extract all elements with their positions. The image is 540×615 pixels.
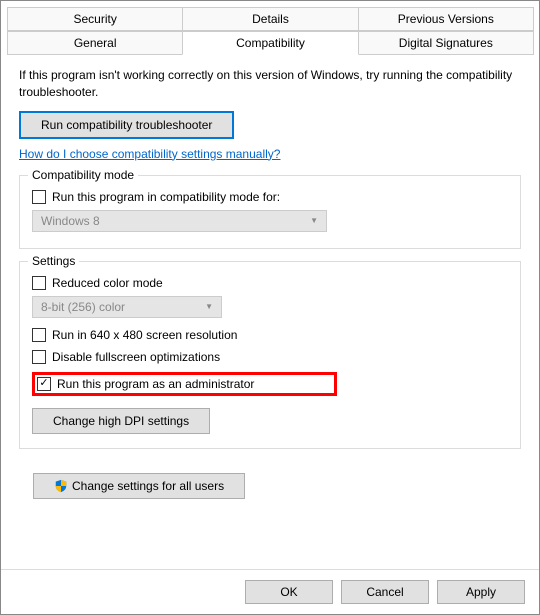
apply-button[interactable]: Apply (437, 580, 525, 604)
run-admin-row[interactable]: Run this program as an administrator (37, 377, 254, 391)
compat-mode-group: Compatibility mode Run this program in c… (19, 175, 521, 249)
all-users-label: Change settings for all users (72, 479, 224, 493)
cancel-button[interactable]: Cancel (341, 580, 429, 604)
compat-mode-dropdown[interactable]: Windows 8 ▼ (32, 210, 327, 232)
shield-icon (54, 479, 68, 493)
run-640-row[interactable]: Run in 640 x 480 screen resolution (32, 328, 508, 342)
disable-fullscreen-checkbox[interactable] (32, 350, 46, 364)
reduced-color-label: Reduced color mode (52, 276, 163, 290)
properties-dialog: Security Details Previous Versions Gener… (0, 0, 540, 615)
run-640-checkbox[interactable] (32, 328, 46, 342)
color-mode-value: 8-bit (256) color (41, 300, 125, 314)
run-admin-label: Run this program as an administrator (57, 377, 254, 391)
tab-previous-versions[interactable]: Previous Versions (358, 7, 534, 31)
disable-fullscreen-label: Disable fullscreen optimizations (52, 350, 220, 364)
tab-compatibility[interactable]: Compatibility (182, 31, 358, 55)
tab-general[interactable]: General (7, 31, 183, 55)
run-640-label: Run in 640 x 480 screen resolution (52, 328, 237, 342)
tab-details[interactable]: Details (182, 7, 358, 31)
all-users-button[interactable]: Change settings for all users (33, 473, 245, 499)
run-admin-checkbox[interactable] (37, 377, 51, 391)
compat-mode-checkbox[interactable] (32, 190, 46, 204)
color-mode-dropdown[interactable]: 8-bit (256) color ▼ (32, 296, 222, 318)
ok-button[interactable]: OK (245, 580, 333, 604)
disable-fullscreen-row[interactable]: Disable fullscreen optimizations (32, 350, 508, 364)
help-link[interactable]: How do I choose compatibility settings m… (19, 147, 280, 161)
tab-content: If this program isn't working correctly … (1, 55, 539, 511)
dpi-settings-button[interactable]: Change high DPI settings (32, 408, 210, 434)
troubleshooter-button[interactable]: Run compatibility troubleshooter (19, 111, 234, 139)
reduced-color-checkbox[interactable] (32, 276, 46, 290)
chevron-down-icon: ▼ (205, 302, 213, 311)
tab-strip: Security Details Previous Versions Gener… (1, 1, 539, 55)
reduced-color-row[interactable]: Reduced color mode (32, 276, 508, 290)
run-admin-highlight: Run this program as an administrator (32, 372, 337, 396)
settings-group: Settings Reduced color mode 8-bit (256) … (19, 261, 521, 449)
dialog-footer: OK Cancel Apply (1, 569, 539, 614)
compat-mode-checkbox-row[interactable]: Run this program in compatibility mode f… (32, 190, 508, 204)
compat-mode-dropdown-value: Windows 8 (41, 214, 100, 228)
tab-digital-signatures[interactable]: Digital Signatures (358, 31, 534, 55)
compat-mode-label: Run this program in compatibility mode f… (52, 190, 280, 204)
chevron-down-icon: ▼ (310, 216, 318, 225)
settings-title: Settings (28, 254, 79, 268)
intro-text: If this program isn't working correctly … (19, 67, 521, 101)
tab-security[interactable]: Security (7, 7, 183, 31)
compat-mode-title: Compatibility mode (28, 168, 138, 182)
